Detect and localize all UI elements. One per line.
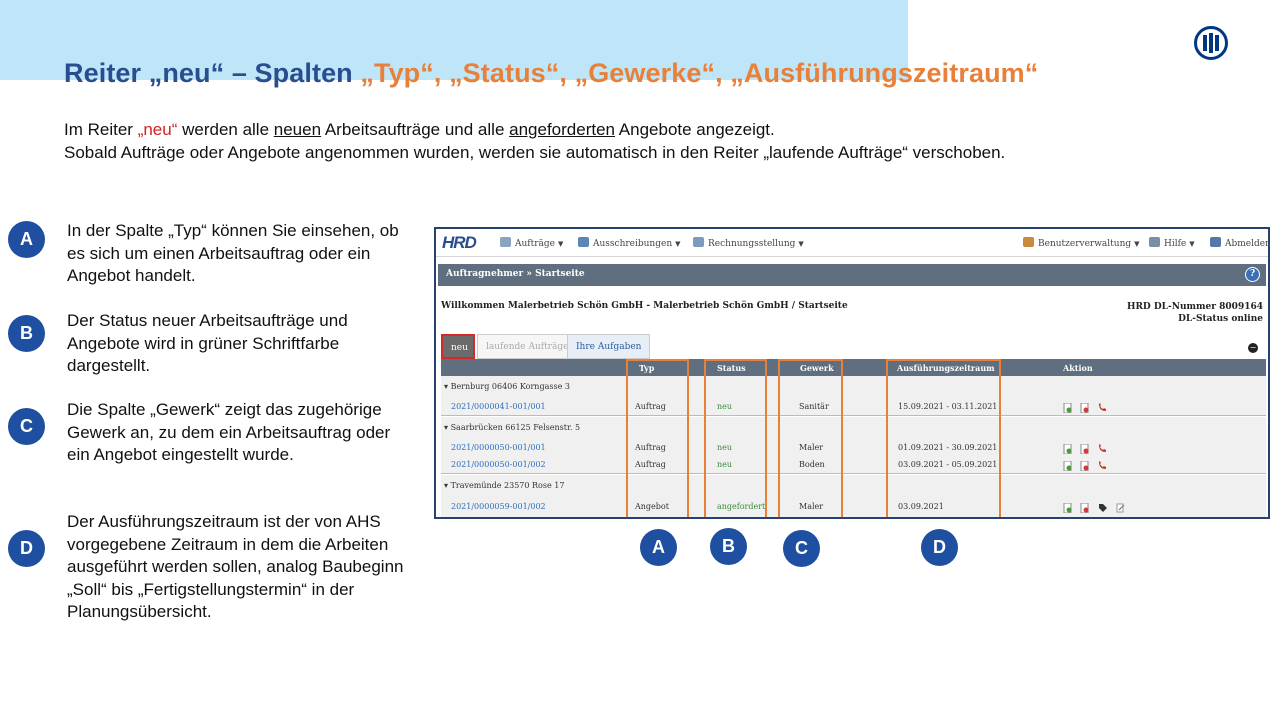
accept-document-icon[interactable] [1063, 403, 1072, 413]
hrd-logo: HRD [442, 233, 477, 252]
note-badge-c: C [8, 408, 45, 445]
group-address: Bernburg 06406 Korngasse 3 [450, 382, 570, 391]
title-part-1: Reiter „neu“ – Spalten [64, 58, 361, 88]
menu-auftraege[interactable]: Aufträge ▼ [500, 237, 563, 249]
reject-document-icon[interactable] [1080, 444, 1089, 454]
phone-icon[interactable] [1098, 443, 1107, 453]
order-id-link[interactable]: 2021/0000041-001/001 [451, 402, 546, 411]
menu-benutzerverwaltung[interactable]: Benutzerverwaltung ▼ [1023, 237, 1140, 249]
menu-label: Abmelden [1225, 239, 1270, 249]
breadcrumb: Auftragnehmer » Startseite ? [438, 264, 1266, 286]
dl-number: HRD DL-Nummer 8009164 [1126, 302, 1263, 312]
column-aktion: Aktion [1063, 363, 1093, 373]
intro-underlined-word: angeforderten [509, 120, 615, 139]
group-address: Saarbrücken 66125 Felsenstr. 5 [450, 423, 581, 432]
table-header: Typ Status Gewerk Ausführungszeitraum Ak… [441, 359, 1266, 376]
note-d-text: Der Ausführungszeitraum ist der von AHS … [67, 512, 404, 621]
menu-hilfe[interactable]: Hilfe ▼ [1149, 237, 1195, 249]
welcome-text: Willkommen Malerbetrieb Schön GmbH - Mal… [441, 301, 848, 311]
note-badge-a: A [8, 221, 45, 258]
intro-underlined-word: neuen [273, 120, 322, 139]
reject-document-icon[interactable] [1080, 461, 1089, 471]
group-address: Travemünde 23570 Rose 17 [450, 481, 565, 490]
menu-abmelden[interactable]: Abmelden [1210, 237, 1270, 249]
tab-ihre-aufgaben[interactable]: Ihre Aufgaben [567, 334, 651, 359]
accept-document-icon[interactable] [1063, 444, 1072, 454]
dl-info: HRD DL-Nummer 8009164 DL-Status online [1127, 301, 1263, 325]
column-badge-c: C [783, 530, 820, 567]
column-badge-b: B [710, 528, 747, 565]
tab-neu[interactable]: neu [441, 334, 475, 359]
menu-label: Benutzerverwaltung [1038, 239, 1132, 249]
breadcrumb-text: Auftragnehmer » Startseite [446, 269, 585, 279]
dl-status: DL-Status online [1178, 314, 1263, 324]
note-b-text: Der Status neuer Arbeitsaufträge und Ang… [67, 311, 348, 375]
intro-text-segment: Arbeitsaufträge und alle [321, 120, 510, 139]
order-id-link[interactable]: 2021/0000050-001/001 [451, 443, 546, 452]
menu-label: Aufträge [515, 239, 555, 249]
order-id-link[interactable]: 2021/0000050-001/002 [451, 460, 546, 469]
group-row: ▾ Saarbrücken 66125 Felsenstr. 5 2021/00… [441, 417, 1266, 474]
intro-text-segment: Angebote angezeigt. [615, 120, 775, 139]
note-c-text: Die Spalte „Gewerk“ zeigt das zugehörige… [67, 400, 391, 464]
note-a-text: In der Spalte „Typ“ können Sie einsehen,… [67, 221, 399, 285]
highlight-typ-column [626, 359, 689, 517]
app-top-menu: HRD Aufträge ▼ Ausschreibungen ▼ Rechnungs… [436, 229, 1268, 257]
accept-document-icon[interactable] [1063, 503, 1072, 513]
billing-icon [693, 237, 704, 247]
column-badge-d: D [921, 529, 958, 566]
logout-icon [1210, 237, 1221, 247]
accept-document-icon[interactable] [1063, 461, 1072, 471]
slide-title: Reiter „neu“ – Spalten „Typ“, „Status“, … [64, 58, 1038, 89]
intro-line-2: Sobald Aufträge oder Angebote angenommen… [64, 143, 1006, 162]
menu-rechnungsstellung[interactable]: Rechnungsstellung ▼ [693, 237, 804, 249]
collapse-icon[interactable]: − [1248, 343, 1258, 353]
note-badge-d: D [8, 530, 45, 567]
reject-document-icon[interactable] [1080, 503, 1089, 513]
intro-text-segment: Im Reiter [64, 120, 138, 139]
company-logo-icon [1194, 26, 1228, 60]
reject-document-icon[interactable] [1080, 403, 1089, 413]
highlight-status-column [704, 359, 767, 517]
highlight-zeitraum-column [886, 359, 1001, 517]
group-row: ▾ Bernburg 06406 Korngasse 3 2021/000004… [441, 376, 1266, 416]
group-row: ▾ Travemünde 23570 Rose 17 2021/0000059-… [441, 475, 1266, 517]
group-label[interactable]: ▾ Bernburg 06406 Korngasse 3 [444, 382, 570, 391]
group-label[interactable]: ▾ Travemünde 23570 Rose 17 [444, 481, 564, 490]
group-label[interactable]: ▾ Saarbrücken 66125 Felsenstr. 5 [444, 423, 580, 432]
app-screenshot: HRD Aufträge ▼ Ausschreibungen ▼ Rechnungs… [434, 227, 1270, 519]
note-badge-b: B [8, 315, 45, 352]
edit-icon[interactable] [1116, 503, 1125, 513]
menu-label: Rechnungsstellung [708, 239, 796, 249]
menu-label: Hilfe [1164, 239, 1187, 249]
intro-tab-name: „neu“ [137, 120, 178, 139]
menu-ausschreibungen[interactable]: Ausschreibungen ▼ [578, 237, 681, 249]
phone-icon[interactable] [1098, 460, 1107, 470]
tab-laufende-auftraege[interactable]: laufende Aufträge [477, 334, 578, 359]
intro-line-1: Im Reiter „neu“ werden alle neuen Arbeit… [64, 118, 1005, 141]
tenders-icon [578, 237, 589, 247]
help-book-icon [1149, 237, 1160, 247]
highlight-gewerk-column [778, 359, 843, 517]
tag-icon[interactable] [1098, 503, 1107, 513]
users-icon [1023, 237, 1034, 247]
orders-icon [500, 237, 511, 247]
phone-icon[interactable] [1098, 402, 1107, 412]
title-part-2: „Typ“, „Status“, „Gewerke“, „Ausführungs… [360, 58, 1039, 88]
intro-text: Im Reiter „neu“ werden alle neuen Arbeit… [64, 118, 1005, 164]
intro-text-segment: werden alle [177, 120, 274, 139]
help-icon[interactable]: ? [1245, 267, 1260, 282]
menu-label: Ausschreibungen [593, 239, 673, 249]
order-id-link[interactable]: 2021/0000059-001/002 [451, 502, 546, 511]
column-badge-a: A [640, 529, 677, 566]
